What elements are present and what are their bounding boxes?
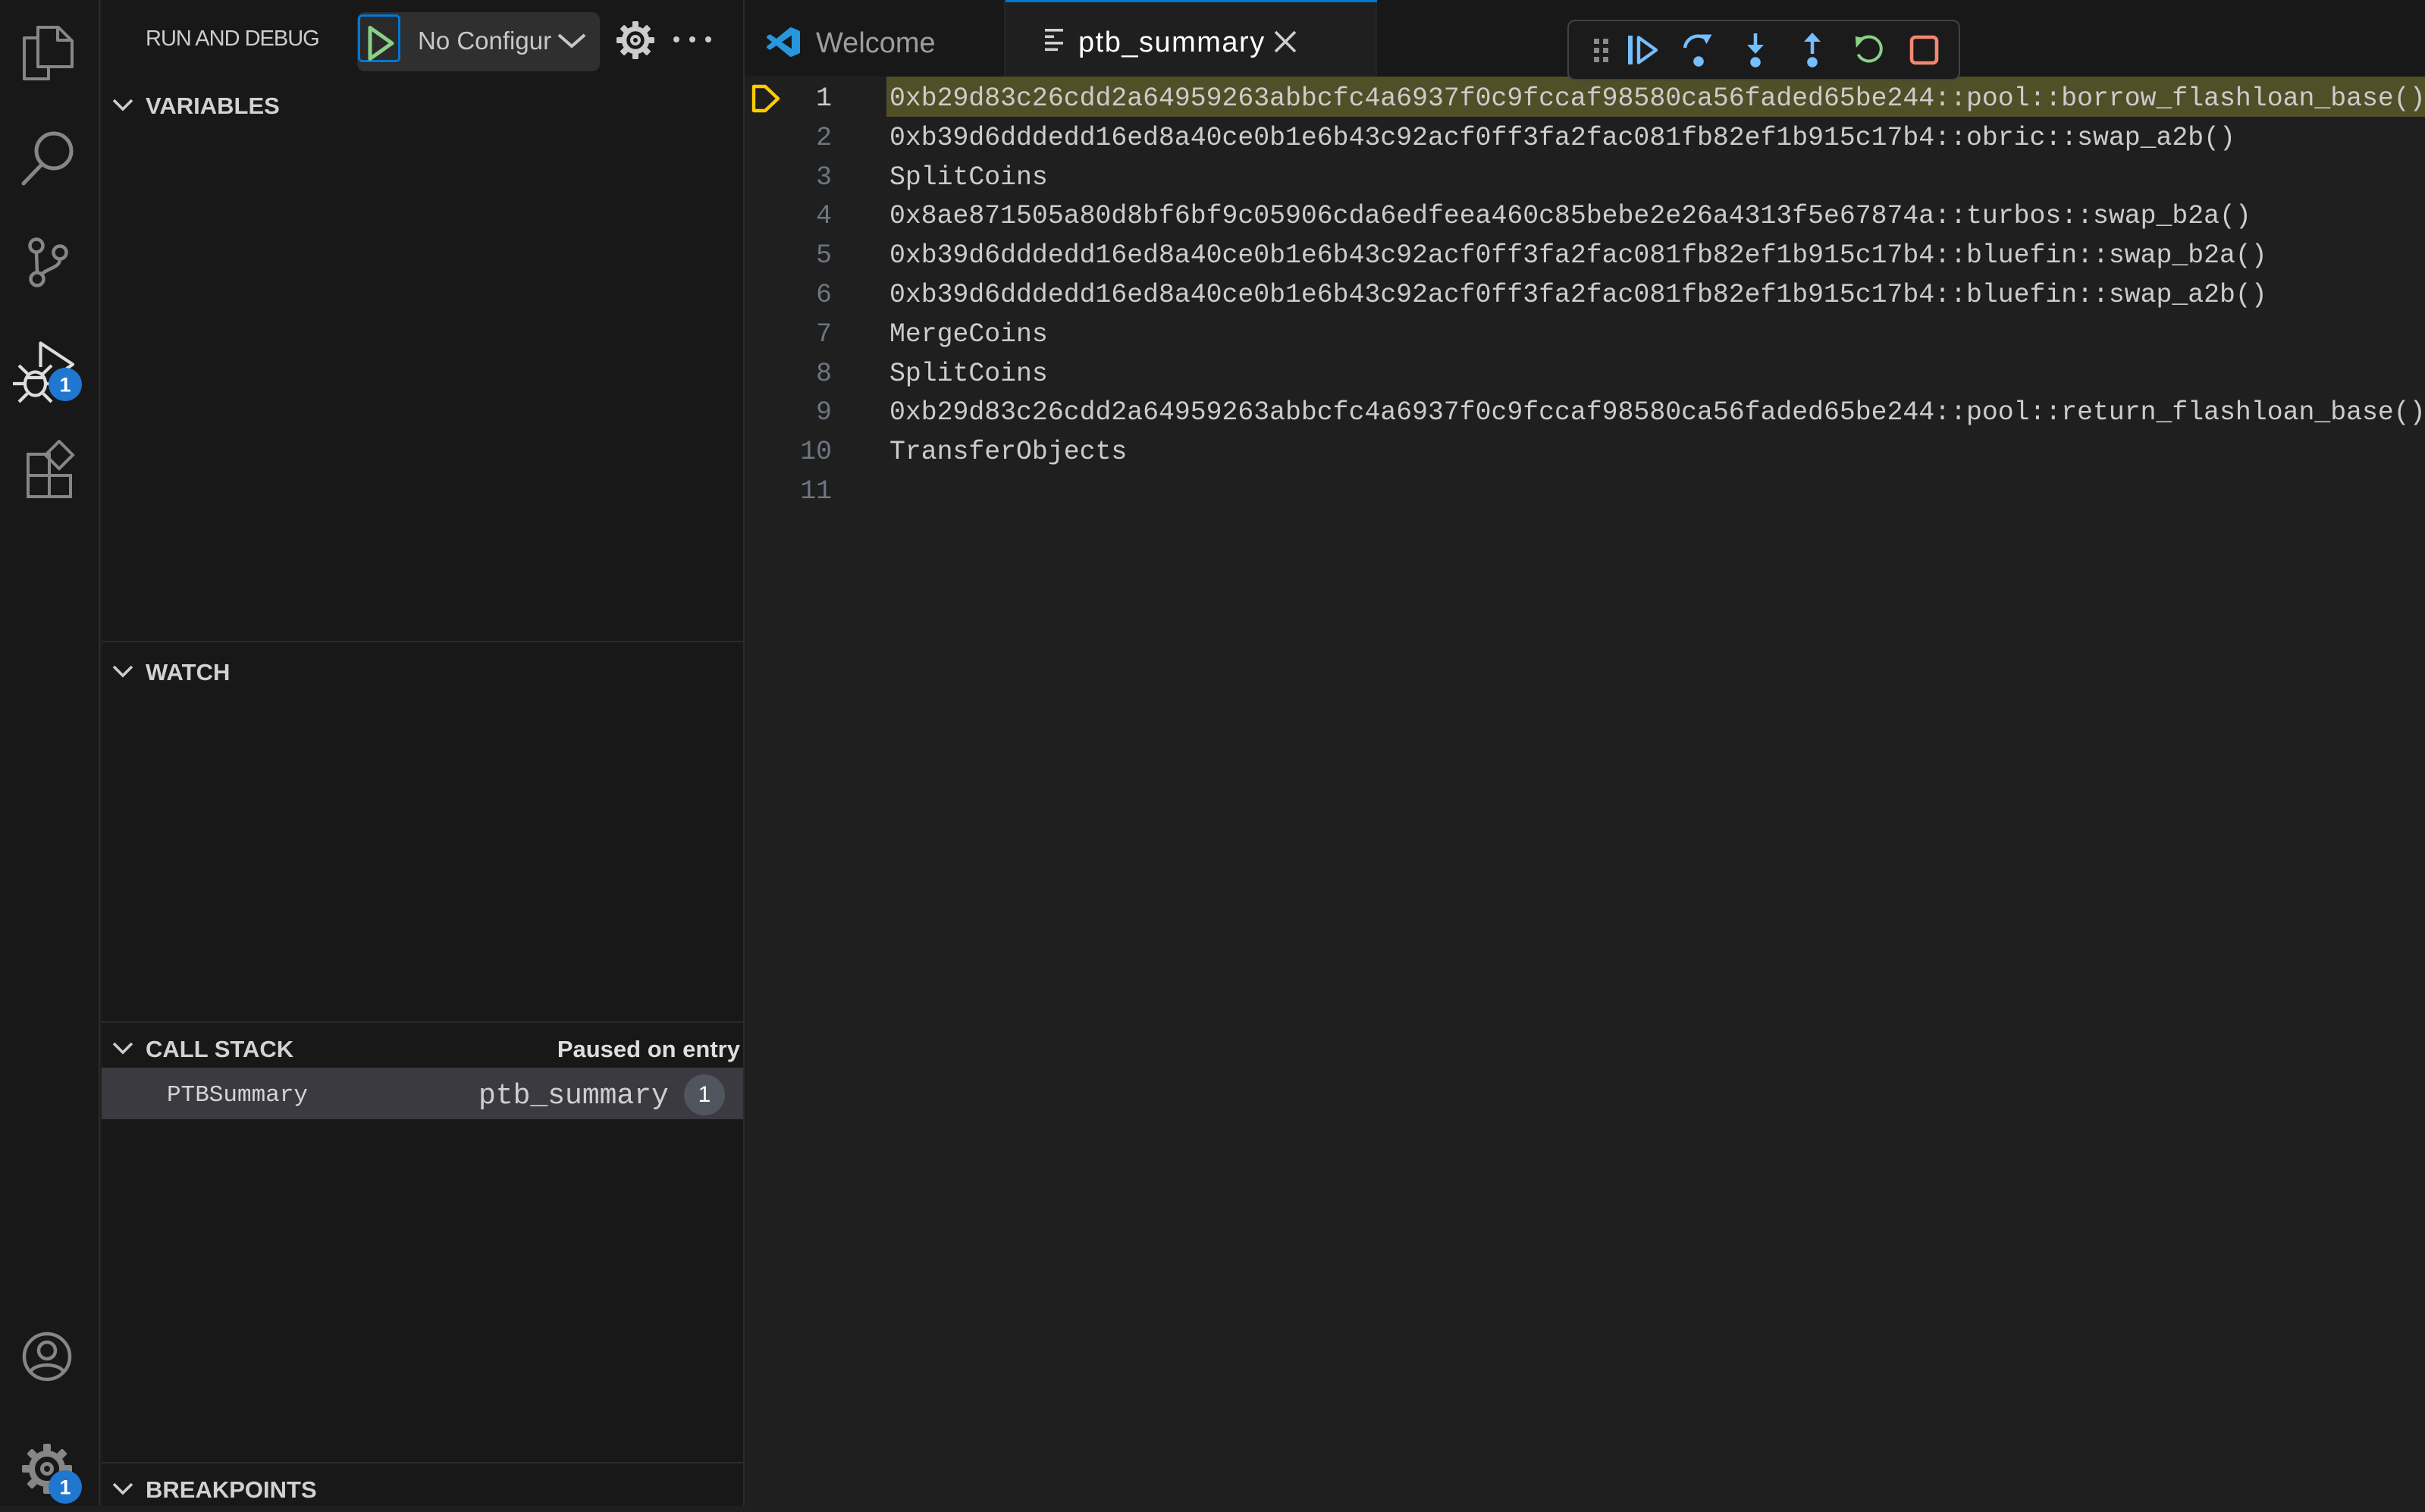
svg-text:1: 1 [59,374,71,397]
svg-text:1: 1 [59,1476,71,1499]
